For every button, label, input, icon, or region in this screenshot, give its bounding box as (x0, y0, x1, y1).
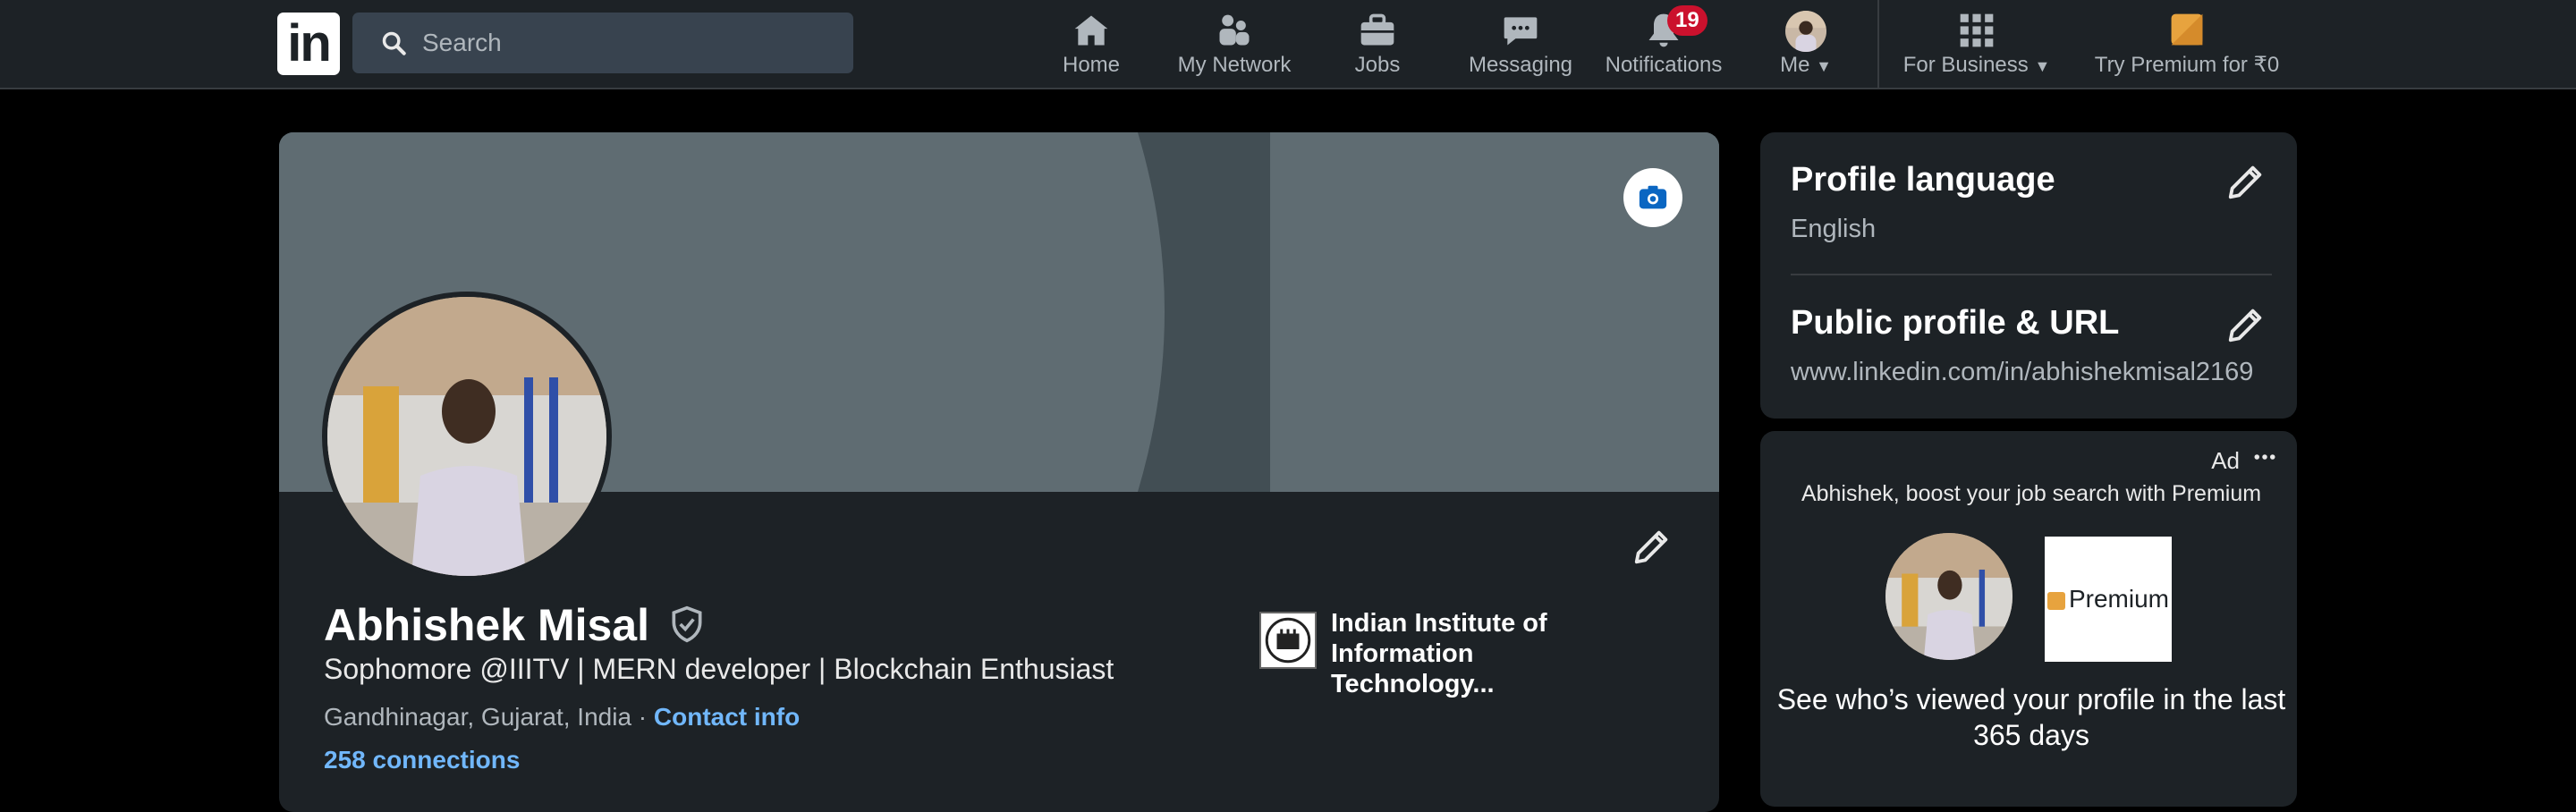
institute-logo-image (1265, 617, 1311, 664)
briefcase-icon (1360, 13, 1394, 46)
ad-avatar (1885, 533, 2012, 660)
profile-photo-image (327, 297, 606, 576)
premium-logo-text: Premium (2068, 585, 2169, 613)
nav-try-premium-label: Try Premium for ₹0 (2094, 53, 2280, 77)
chat-icon (1504, 17, 1538, 46)
search-input[interactable] (422, 13, 834, 73)
nav-try-premium[interactable]: Try Premium for ₹0 (2075, 7, 2299, 82)
profile-headline: Sophomore @IIITV | MERN developer | Bloc… (324, 653, 1114, 685)
home-icon (1074, 15, 1108, 46)
ad-tagline: Abhishek, boost your job search with Pre… (1801, 481, 2262, 506)
camera-icon (1639, 185, 1667, 209)
nav-my-network[interactable]: My Network (1163, 7, 1306, 82)
more-options-icon[interactable] (2249, 444, 2281, 470)
nav-me-label: Me ▼ (1780, 53, 1832, 77)
nav-for-business-label: For Business ▼ (1902, 53, 2051, 77)
nav-notifications[interactable]: 19 Notifications (1594, 5, 1733, 82)
nav-for-business[interactable]: For Business ▼ (1896, 7, 2057, 82)
education-name: Indian Institute of Information Technolo… (1331, 609, 1547, 698)
notifications-badge: 19 (1667, 5, 1707, 36)
nav-jobs-label: Jobs (1354, 53, 1401, 77)
profile-language-title: Profile language (1791, 161, 2055, 199)
profile-card: Abhishek Misal Sophomore @IIITV | MERN d… (279, 132, 1719, 812)
chevron-down-icon: ▼ (2034, 57, 2051, 75)
ad-avatar-image (1885, 533, 2012, 660)
contact-info-link[interactable]: Contact info (654, 703, 800, 731)
ad-headline[interactable]: See who’s viewed your profile in the las… (1760, 681, 2297, 753)
nav-messaging[interactable]: Messaging (1458, 7, 1583, 82)
profile-location: Gandhinagar, Gujarat, India (324, 703, 632, 731)
profile-name-text: Abhishek Misal (324, 600, 649, 650)
connections-link[interactable]: 258 connections (324, 746, 520, 774)
nav-home-label: Home (1062, 53, 1121, 77)
edit-intro-pencil-icon[interactable] (1631, 526, 1673, 567)
edit-language-pencil-icon[interactable] (2225, 161, 2267, 202)
nav-me[interactable]: Me ▼ (1767, 7, 1844, 82)
settings-divider (1791, 274, 2272, 275)
edit-url-pencil-icon[interactable] (2225, 304, 2267, 345)
premium-icon (2171, 13, 2203, 46)
premium-square-icon (2046, 591, 2065, 610)
profile-name: Abhishek Misal (324, 599, 707, 651)
linkedin-logo[interactable]: in (277, 13, 340, 75)
global-nav: in Home My Network Jobs (0, 0, 2576, 89)
nav-notifications-label: Notifications (1605, 53, 1723, 77)
public-profile-url[interactable]: www.linkedin.com/in/abhishekmisal2169 (1791, 358, 2253, 387)
verified-shield-icon[interactable] (667, 605, 707, 644)
profile-location-row: Gandhinagar, Gujarat, India · Contact in… (324, 703, 800, 732)
nav-my-network-label: My Network (1177, 53, 1292, 77)
ad-label: Ad (2211, 447, 2240, 474)
search-box[interactable] (352, 13, 853, 73)
chevron-down-icon: ▼ (1816, 57, 1832, 75)
premium-logo: Premium (2045, 537, 2172, 662)
profile-settings-card: Profile language English Public profile … (1760, 132, 2297, 419)
people-icon (1219, 14, 1250, 46)
nav-divider (1877, 0, 1879, 89)
public-profile-title: Public profile & URL (1791, 304, 2120, 342)
nav-jobs[interactable]: Jobs (1342, 7, 1413, 82)
nav-home[interactable]: Home (1046, 7, 1136, 82)
iiit-logo (1259, 612, 1317, 669)
edit-cover-button[interactable] (1623, 168, 1682, 227)
search-icon (382, 31, 406, 55)
avatar-icon (1785, 11, 1826, 52)
grid-icon (1960, 13, 1994, 47)
premium-ad-card: Ad Abhishek, boost your job search with … (1760, 431, 2297, 807)
profile-photo[interactable] (322, 292, 612, 581)
nav-messaging-label: Messaging (1468, 53, 1573, 77)
profile-language-value: English (1791, 215, 1877, 243)
location-separator: · (631, 703, 654, 731)
